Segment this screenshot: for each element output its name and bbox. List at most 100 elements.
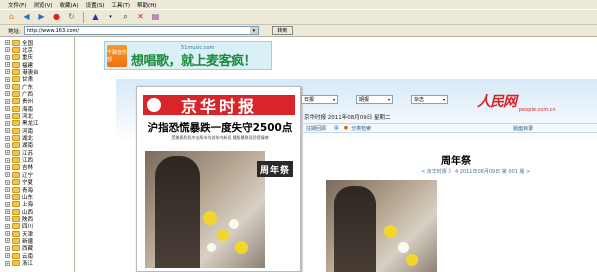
expand-icon[interactable]: + (5, 69, 10, 75)
menu-help[interactable]: 帮助(H) (137, 1, 156, 9)
photo-flower (384, 225, 397, 238)
menu-view[interactable]: 浏览(V) (33, 1, 52, 9)
folder-icon (12, 171, 20, 178)
masthead-emblem-icon (147, 98, 161, 112)
expand-icon[interactable]: + (5, 120, 10, 126)
expand-icon[interactable]: + (5, 84, 10, 90)
expand-icon[interactable]: + (5, 150, 10, 156)
page-navigator[interactable]: < 京华时报 》 4 2011年08月09日 第 001 版 > (421, 168, 530, 175)
expand-icon[interactable]: + (5, 187, 10, 192)
expand-icon[interactable]: + (5, 194, 10, 200)
people-logo[interactable]: 人民网 (477, 91, 517, 111)
go-button[interactable]: 转到 (271, 26, 293, 35)
folder-icon (12, 98, 20, 105)
expand-icon[interactable]: + (5, 142, 10, 148)
expand-icon[interactable]: + (5, 223, 10, 229)
expand-icon[interactable]: + (5, 201, 10, 207)
expand-icon[interactable]: + (5, 128, 10, 134)
people-url: people.com.cn (519, 107, 556, 113)
folder-icon (12, 164, 20, 171)
folder-icon (12, 179, 20, 186)
expand-icon[interactable]: + (5, 164, 10, 170)
expand-icon[interactable]: + (5, 172, 10, 178)
daily-select[interactable]: 日报 ▾ (301, 95, 338, 104)
font-size-icon[interactable]: ▲ (90, 12, 101, 23)
magazine-select-value: 杂志 (414, 97, 425, 103)
expand-icon[interactable]: + (5, 106, 10, 112)
ad-banner[interactable]: 千聊音乐部 51music.com 想唱歌，就上麦客疯！ (104, 41, 272, 70)
photo-flower (398, 242, 409, 253)
folder-icon (12, 237, 20, 244)
expand-icon[interactable]: + (5, 113, 10, 119)
expand-icon[interactable]: + (5, 179, 10, 185)
menu-bar: 文件(F) 浏览(V) 收藏(A) 设置(S) 工具(T) 帮助(H) (0, 0, 597, 9)
folder-icon (12, 245, 20, 252)
chevron-down-icon[interactable]: ▾ (249, 27, 258, 34)
toolbar-separator (83, 11, 84, 23)
page-catalog-link[interactable]: 版面目录 (513, 125, 533, 132)
books-icon[interactable]: ▤ (150, 12, 161, 23)
magazine-select[interactable]: 杂志 ▾ (411, 95, 448, 104)
expand-icon[interactable]: + (5, 253, 10, 259)
expand-icon[interactable]: + (5, 98, 10, 104)
expand-icon[interactable]: + (5, 238, 10, 244)
expand-icon[interactable]: + (5, 260, 10, 266)
refresh-icon[interactable]: ↻ (66, 12, 77, 23)
expand-icon[interactable]: + (5, 62, 10, 68)
photo-flower (235, 241, 248, 254)
photo-flower (406, 254, 418, 266)
back-issues-link[interactable]: 往期回顾 (306, 125, 326, 132)
expand-icon[interactable]: + (5, 216, 10, 222)
expand-icon[interactable]: + (5, 231, 10, 237)
tree-item-label: 浙江 (22, 261, 34, 267)
forward-icon[interactable]: ▶ (36, 12, 47, 23)
folder-icon (12, 186, 20, 193)
expand-icon[interactable]: + (5, 47, 10, 53)
expand-icon[interactable]: + (5, 40, 10, 45)
search-icon[interactable]: ⌕ (120, 12, 131, 23)
font-dropdown-icon[interactable]: ▾ (105, 12, 116, 23)
expand-icon[interactable]: + (5, 135, 10, 141)
category-search-link[interactable]: 分类检索 (351, 125, 371, 132)
expand-icon[interactable]: + (5, 76, 10, 82)
issue-selectors: 日报 ▾ 期报 ▾ 杂志 ▾ (301, 95, 448, 107)
folder-icon (12, 120, 20, 127)
menu-favorites[interactable]: 收藏(A) (60, 1, 79, 9)
folder-icon (12, 76, 20, 83)
banner-logo: 千聊音乐部 (107, 45, 127, 67)
newspaper-front-page[interactable]: 京华时报 沪指恐慌暴跌一度失守2500点 受美债危机冲击两市均创年内新低 穗股暴… (136, 86, 301, 272)
folder-icon (12, 61, 20, 68)
expand-icon[interactable]: + (5, 91, 10, 97)
address-input[interactable]: http://www.163.com/ ▾ (23, 26, 259, 35)
folder-icon (12, 127, 20, 134)
article-title: 周年祭 (441, 156, 471, 167)
tools-icon[interactable]: ✕ (135, 12, 146, 23)
main-content: 千聊音乐部 51music.com 想唱歌，就上麦客疯！ 京华时报 沪指恐慌暴跌… (76, 37, 597, 272)
front-page-subhead: 受美债危机冲击两市均创年内新低 穗股暴跌现恐慌情绪 (171, 135, 269, 140)
tree-item[interactable]: + 浙江 (5, 260, 33, 267)
expand-icon[interactable]: + (5, 209, 10, 215)
back-icon[interactable]: ◀ (21, 12, 32, 23)
weekly-select-value: 期报 (359, 97, 370, 103)
stop-icon[interactable]: ● (51, 12, 62, 23)
expand-icon[interactable]: + (5, 54, 10, 60)
photo-person (155, 156, 200, 268)
folder-icon (12, 142, 20, 149)
folder-icon (12, 113, 20, 119)
expand-icon[interactable]: + (5, 157, 10, 163)
menu-settings[interactable]: 设置(S) (86, 1, 105, 9)
menu-tools[interactable]: 工具(T) (111, 1, 130, 9)
chevron-down-icon: ▾ (442, 97, 445, 102)
folder-icon (12, 201, 20, 208)
weekly-select[interactable]: 期报 ▾ (356, 95, 393, 104)
toolbar: ⌂ ◀ ▶ ● ↻ ▲ ▾ ⌕ ✕ ▤ (0, 9, 597, 25)
folder-icon (12, 46, 20, 53)
daily-select-value: 日报 (304, 97, 315, 103)
grid-icon[interactable]: ▦ (334, 125, 339, 131)
folder-icon (12, 54, 20, 61)
menu-file[interactable]: 文件(F) (8, 1, 26, 9)
home-icon[interactable]: ⌂ (6, 12, 17, 23)
front-page-photo (145, 151, 265, 268)
address-value: http://www.163.com/ (26, 27, 80, 34)
expand-icon[interactable]: + (5, 245, 10, 251)
